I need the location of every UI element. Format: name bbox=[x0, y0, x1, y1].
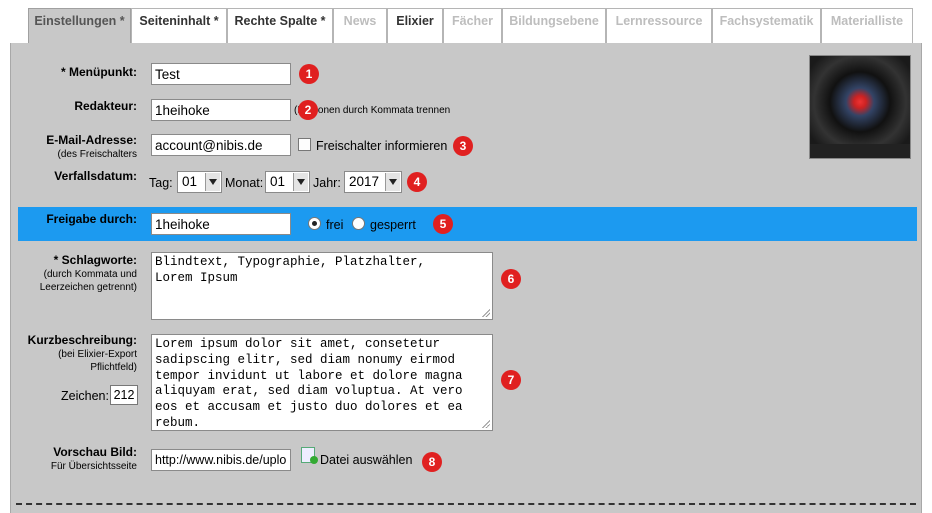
vorschau-url-input[interactable] bbox=[151, 449, 291, 471]
zeichen-counter: 212 bbox=[110, 385, 138, 405]
preview-thumbnail-image bbox=[809, 55, 911, 159]
radio-frei[interactable] bbox=[308, 217, 321, 230]
vorschau-sublabel: Für Übersichtsseite bbox=[50, 461, 137, 472]
monat-label: Monat: bbox=[225, 176, 264, 190]
schlagworte-sublabel-1: (durch Kommata und bbox=[43, 269, 137, 280]
tab-faecher[interactable]: Fächer bbox=[443, 8, 502, 44]
kurzbeschreibung-sublabel-1: (bei Elixier-Export bbox=[58, 349, 137, 360]
kurzbeschreibung-sublabel-2: Pflichtfeld) bbox=[90, 362, 137, 373]
badge-4: 4 bbox=[407, 172, 427, 192]
tab-elixier[interactable]: Elixier bbox=[387, 8, 443, 44]
tab-news[interactable]: News bbox=[333, 8, 387, 44]
badge-1: 1 bbox=[299, 64, 319, 84]
freigabe-label: Freigabe durch: bbox=[46, 212, 137, 226]
tab-fachsystematik[interactable]: Fachsystematik bbox=[712, 8, 821, 44]
section-divider bbox=[16, 503, 916, 505]
freigabe-input[interactable] bbox=[151, 213, 291, 235]
chevron-down-icon bbox=[385, 173, 400, 191]
badge-6: 6 bbox=[501, 269, 521, 289]
tab-lernressource[interactable]: Lernressource bbox=[606, 8, 712, 44]
settings-panel: * Menüpunkt: 1 Redakteur: (Personen durc… bbox=[10, 43, 922, 513]
schlagworte-textarea[interactable]: Blindtext, Typographie, Platzhalter, Lor… bbox=[151, 252, 493, 320]
kurzbeschreibung-textarea[interactable]: Lorem ipsum dolor sit amet, consetetur s… bbox=[151, 334, 493, 431]
chevron-down-icon bbox=[205, 173, 220, 191]
badge-3: 3 bbox=[453, 136, 473, 156]
badge-2: 2 bbox=[298, 100, 318, 120]
tag-label: Tag: bbox=[149, 176, 173, 190]
tab-einstellungen[interactable]: Einstellungen * bbox=[28, 8, 131, 45]
badge-5: 5 bbox=[433, 214, 453, 234]
file-add-icon[interactable] bbox=[301, 447, 318, 464]
tab-rechte-spalte[interactable]: Rechte Spalte * bbox=[227, 8, 333, 44]
tag-select[interactable]: 01 bbox=[177, 171, 222, 193]
thumbnail-caption-strip bbox=[810, 144, 910, 158]
tab-materialliste[interactable]: Materialliste bbox=[821, 8, 913, 44]
resize-grip-icon[interactable] bbox=[481, 308, 490, 317]
jahr-value: 2017 bbox=[349, 174, 380, 189]
radio-frei-label: frei bbox=[326, 218, 344, 232]
freischalter-label: Freischalter informieren bbox=[316, 139, 448, 153]
zeichen-label: Zeichen: bbox=[61, 389, 109, 403]
resize-grip-icon[interactable] bbox=[481, 419, 490, 428]
badge-7: 7 bbox=[501, 370, 521, 390]
chevron-down-icon bbox=[293, 173, 308, 191]
redakteur-input[interactable] bbox=[151, 99, 291, 121]
freischalter-checkbox[interactable] bbox=[298, 138, 311, 151]
datei-auswaehlen-link[interactable]: Datei auswählen bbox=[320, 453, 412, 467]
menupunkt-label: * Menüpunkt: bbox=[61, 65, 137, 79]
schlagworte-sublabel-2: Leerzeichen getrennt) bbox=[39, 282, 137, 293]
tab-bildungsebene[interactable]: Bildungsebene bbox=[502, 8, 606, 44]
redakteur-label: Redakteur: bbox=[74, 99, 137, 113]
verfallsdatum-label: Verfallsdatum: bbox=[54, 169, 137, 183]
radio-gesperrt-label: gesperrt bbox=[370, 218, 416, 232]
schlagworte-label: * Schlagworte: bbox=[53, 253, 137, 267]
jahr-label: Jahr: bbox=[313, 176, 341, 190]
kurzbeschreibung-label: Kurzbeschreibung: bbox=[27, 333, 137, 347]
email-label: E-Mail-Adresse: bbox=[46, 133, 137, 147]
email-sublabel: (des Freischalters bbox=[57, 149, 137, 160]
monat-select[interactable]: 01 bbox=[265, 171, 310, 193]
tab-seiteninhalt[interactable]: Seiteninhalt * bbox=[131, 8, 227, 44]
jahr-select[interactable]: 2017 bbox=[344, 171, 402, 193]
vorschau-label: Vorschau Bild: bbox=[53, 445, 137, 459]
menupunkt-input[interactable] bbox=[151, 63, 291, 85]
email-input[interactable] bbox=[151, 134, 291, 156]
tag-value: 01 bbox=[182, 174, 198, 189]
badge-8: 8 bbox=[422, 452, 442, 472]
radio-gesperrt[interactable] bbox=[352, 217, 365, 230]
tab-bar: Einstellungen * Seiteninhalt * Rechte Sp… bbox=[0, 0, 932, 45]
monat-value: 01 bbox=[270, 174, 286, 189]
